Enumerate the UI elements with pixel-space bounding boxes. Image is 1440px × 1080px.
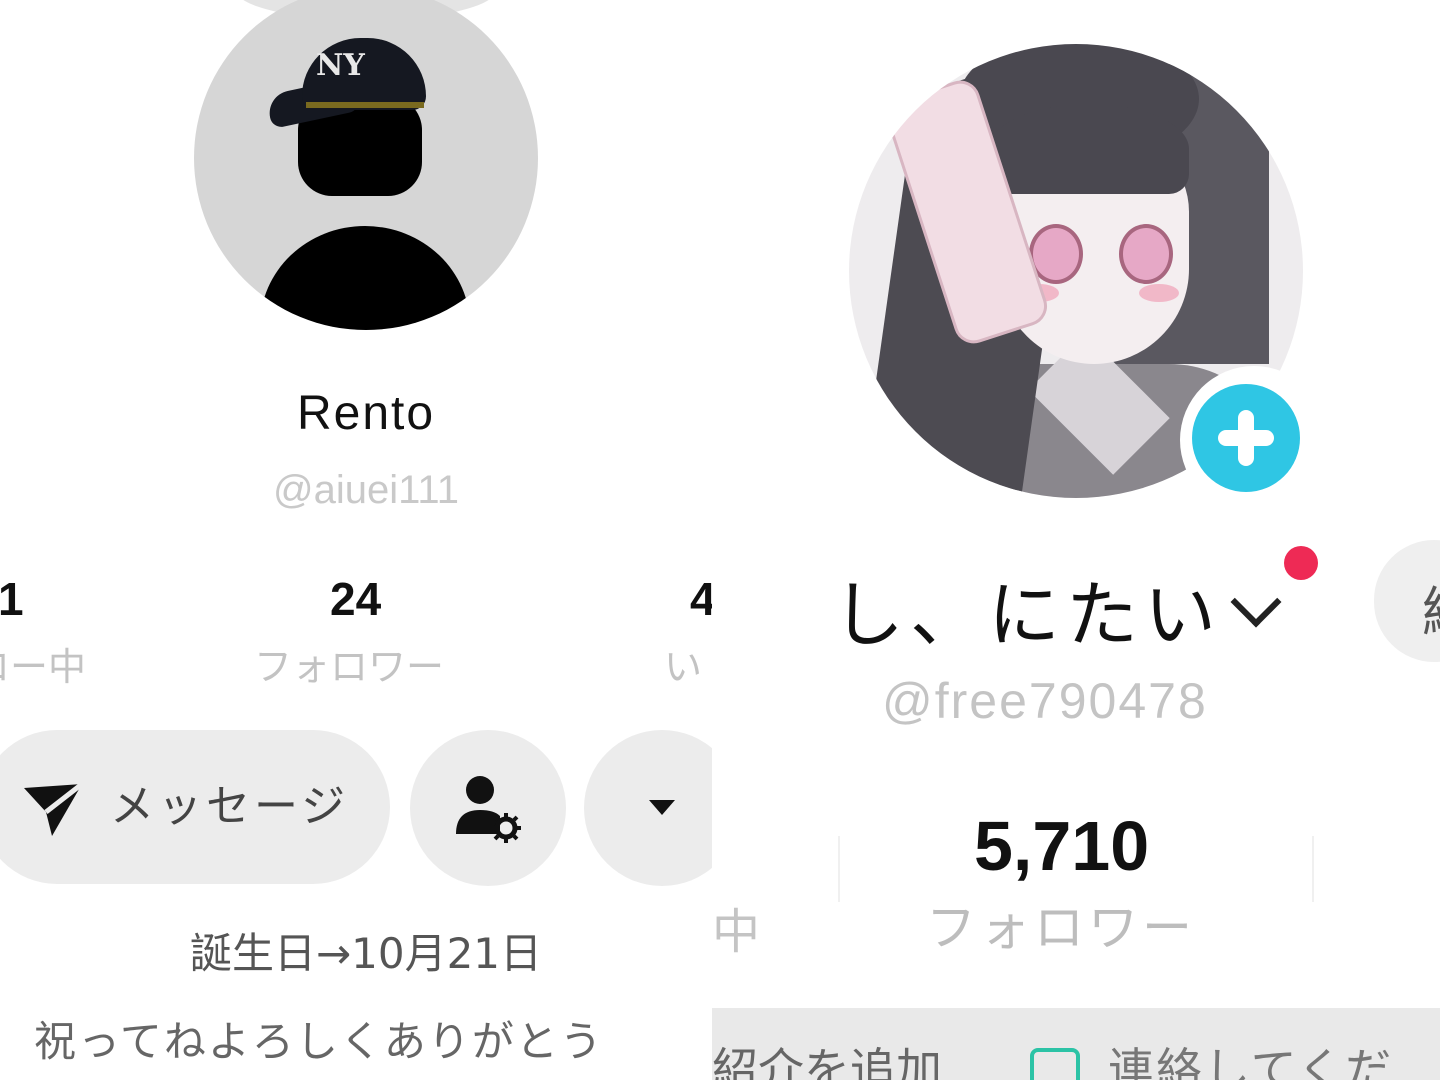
cap-stripe: [306, 102, 424, 108]
message-button-label: メッセージ: [110, 781, 350, 832]
stat-divider: [838, 836, 840, 902]
display-name: Rento: [296, 387, 436, 440]
stat-likes-count[interactable]: 4: [690, 572, 712, 626]
edit-profile-label: 編: [1422, 568, 1440, 647]
username: @free790478: [882, 673, 1208, 729]
right-profile-panel: し、にたい 編 @free790478 5,710 フォロワー 中 紹介を追加 …: [712, 0, 1440, 1080]
stat-following-label[interactable]: 中: [712, 892, 760, 962]
follow-plus-button[interactable]: [1192, 384, 1300, 492]
notification-dot: [1284, 546, 1318, 580]
contact-checkbox-icon[interactable]: [1030, 1048, 1080, 1080]
stat-following-count[interactable]: 1: [0, 572, 24, 626]
contact-prompt[interactable]: 連絡してくだ: [1108, 1034, 1393, 1080]
silhouette-body: [260, 226, 470, 330]
more-options-button[interactable]: [584, 730, 712, 886]
person-gear-icon: [456, 776, 521, 843]
plus-icon-v: [1238, 410, 1254, 466]
add-bio-link[interactable]: 紹介を追加: [712, 1034, 942, 1080]
stat-likes-label[interactable]: い: [664, 636, 702, 691]
bio-line-2: 祝ってねよろしくありがとう: [34, 1017, 604, 1066]
avatar-bangs: [989, 104, 1189, 194]
chevron-down-icon[interactable]: [1230, 576, 1282, 628]
caret-down-icon: [649, 800, 675, 815]
stat-followers-label[interactable]: フォロワー: [254, 636, 444, 691]
friend-settings-button[interactable]: [410, 730, 566, 886]
left-avatar[interactable]: NY: [194, 0, 538, 330]
stat-followers-count[interactable]: 5,710: [974, 806, 1149, 886]
username: @aiuei111: [273, 468, 459, 512]
left-profile-panel: NY Rento @aiuei111 1 ロー中 24 フォロワー 4 い メッ…: [0, 0, 712, 1080]
display-name: し、にたい: [832, 573, 1223, 657]
stat-followers-count[interactable]: 24: [330, 572, 381, 626]
cap-logo: NY: [316, 48, 365, 83]
send-icon: [24, 782, 84, 836]
stat-divider: [1312, 836, 1314, 902]
stat-following-label[interactable]: ロー中: [0, 636, 86, 691]
edit-profile-button[interactable]: 編: [1374, 540, 1440, 662]
stat-followers-label[interactable]: フォロワー: [926, 888, 1196, 960]
message-button[interactable]: メッセージ: [0, 730, 390, 884]
avatar-eye-right: [1119, 224, 1173, 284]
bio-line-1: 誕生日→10月21日: [189, 929, 543, 978]
avatar-blush-right: [1139, 284, 1179, 302]
